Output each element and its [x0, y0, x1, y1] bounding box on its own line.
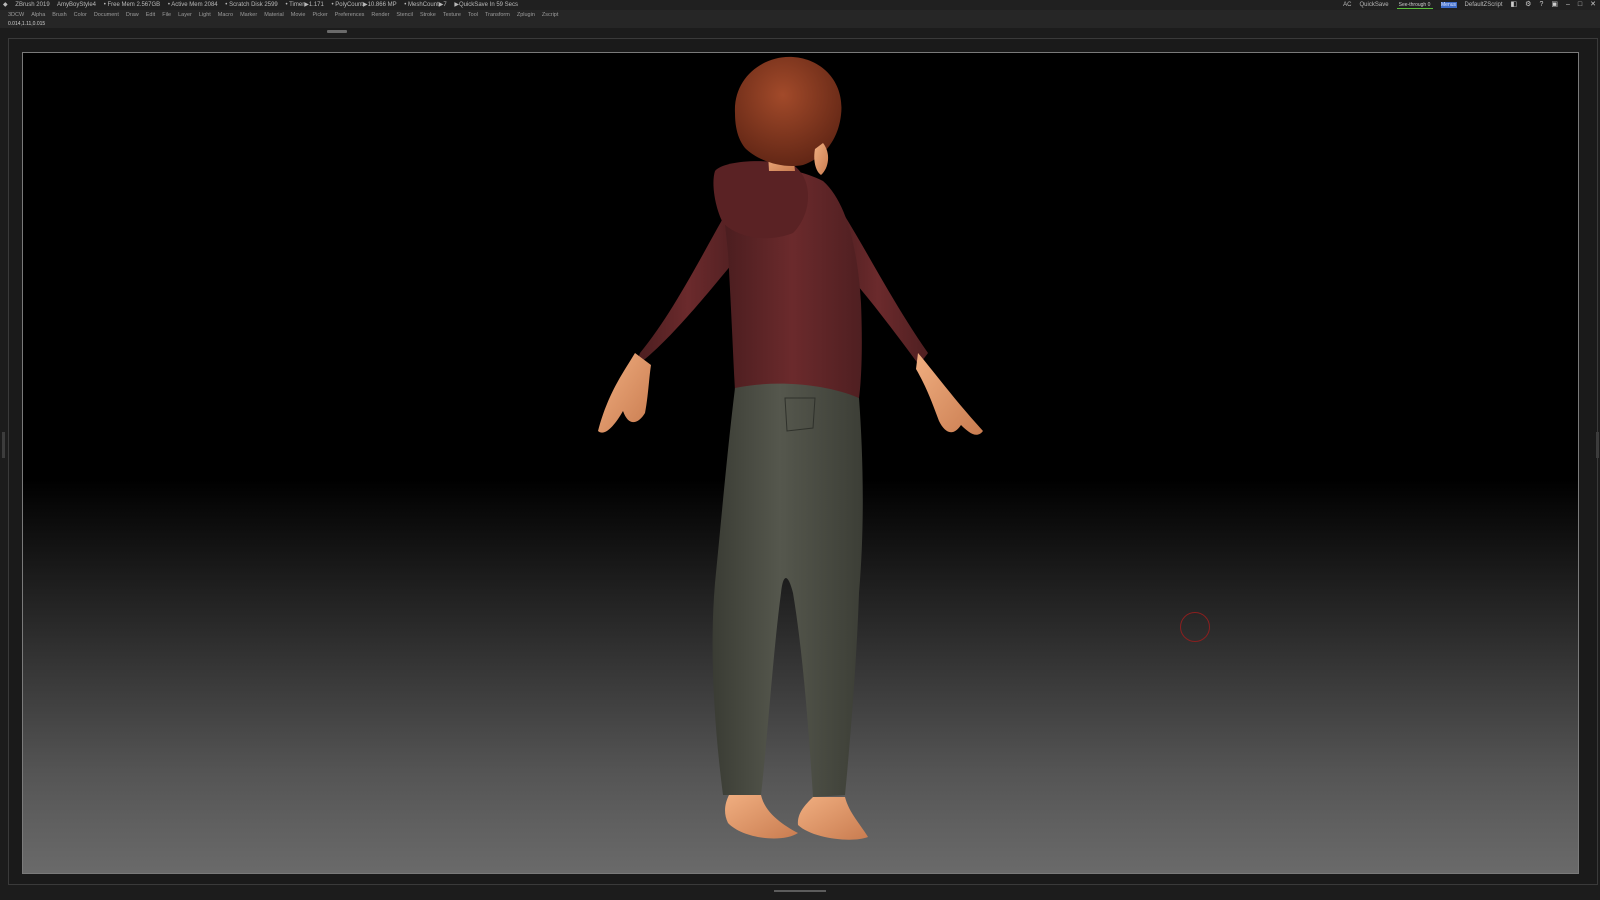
- menu-item-material[interactable]: Material: [264, 12, 284, 18]
- right-tray-handle[interactable]: [1596, 432, 1599, 458]
- quicksave-button[interactable]: QuickSave: [1360, 0, 1389, 10]
- document-canvas[interactable]: [22, 52, 1579, 874]
- menu-bar: 3DCW Alpha Brush Color Document Draw Edit File L…: [0, 10, 1600, 20]
- menu-item-preferences[interactable]: Preferences: [335, 12, 365, 18]
- document-name: AmyBoyStyle4: [57, 2, 97, 8]
- settings-icon[interactable]: ⚙: [1525, 0, 1531, 10]
- menu-item-macro[interactable]: Macro: [218, 12, 233, 18]
- scratch-disk: • Scratch Disk 2599: [225, 2, 278, 8]
- brush-cursor-icon: [1180, 612, 1210, 642]
- menu-item-picker[interactable]: Picker: [312, 12, 327, 18]
- character-model: [598, 56, 983, 840]
- menu-item-render[interactable]: Render: [371, 12, 389, 18]
- menu-item-layer[interactable]: Layer: [178, 12, 192, 18]
- menu-item-zplugin[interactable]: Zplugin: [517, 12, 535, 18]
- bottom-shelf-handle[interactable]: [774, 890, 826, 892]
- menu-item-brush[interactable]: Brush: [52, 12, 66, 18]
- menu-item-marker[interactable]: Marker: [240, 12, 257, 18]
- menu-item-file[interactable]: File: [162, 12, 171, 18]
- left-tray-handle[interactable]: [2, 432, 5, 458]
- help-icon[interactable]: ?: [1539, 0, 1543, 10]
- menu-item-draw[interactable]: Draw: [126, 12, 139, 18]
- pants: [712, 383, 863, 797]
- menu-items: 3DCW Alpha Brush Color Document Draw Edit File L…: [8, 10, 565, 20]
- menu-item-color[interactable]: Color: [74, 12, 87, 18]
- default-zscript-button[interactable]: DefaultZScript: [1465, 0, 1503, 10]
- close-icon[interactable]: ✕: [1590, 0, 1596, 10]
- menu-item-alpha[interactable]: Alpha: [31, 12, 45, 18]
- minimize-icon[interactable]: –: [1566, 0, 1570, 10]
- free-mem: • Free Mem 2.567GB: [103, 2, 161, 8]
- ac-label[interactable]: AC: [1343, 0, 1351, 10]
- hood: [713, 161, 808, 239]
- left-sleeve: [635, 213, 741, 367]
- see-through-slider[interactable]: See-through 0: [1396, 2, 1433, 9]
- quicksave-timer: ▶QuickSave In 59 Secs: [454, 2, 519, 8]
- coordinate-bar: 0.014,1.11,0.015: [0, 20, 1600, 28]
- layout-icon[interactable]: ◧: [1511, 0, 1518, 10]
- menu-item-transform[interactable]: Transform: [485, 12, 510, 18]
- menu-item-light[interactable]: Light: [199, 12, 211, 18]
- menu-item-3dcw[interactable]: 3DCW: [8, 12, 24, 18]
- polycount: • PolyCount▶10.866 MP: [331, 2, 397, 8]
- active-mem: • Active Mem 2084: [167, 2, 218, 8]
- menu-item-zscript[interactable]: Zscript: [542, 12, 559, 18]
- title-bar: ◆ ZBrush 2019 AmyBoyStyle4 • Free Mem 2.…: [0, 0, 1600, 10]
- right-hand: [916, 353, 983, 435]
- meshcount: • MeshCount▶7: [404, 2, 447, 8]
- menu-item-stencil[interactable]: Stencil: [396, 12, 413, 18]
- title-bar-info: ◆ ZBrush 2019 AmyBoyStyle4 • Free Mem 2.…: [3, 0, 524, 10]
- menu-item-movie[interactable]: Movie: [291, 12, 306, 18]
- lock-icon[interactable]: ▣: [1551, 0, 1558, 10]
- left-hand: [598, 353, 651, 433]
- menus-button[interactable]: Menus: [1440, 2, 1457, 8]
- title-bar-controls: AC QuickSave See-through 0 Menus Default…: [1343, 0, 1596, 10]
- menu-item-document[interactable]: Document: [94, 12, 119, 18]
- menu-item-edit[interactable]: Edit: [146, 12, 155, 18]
- timer: • Timer▶1.171: [285, 2, 324, 8]
- left-foot: [725, 795, 798, 839]
- app-name: ZBrush 2019: [15, 2, 50, 8]
- coordinates-readout: 0.014,1.11,0.015: [8, 21, 46, 27]
- menu-item-texture[interactable]: Texture: [443, 12, 461, 18]
- menu-item-tool[interactable]: Tool: [468, 12, 478, 18]
- right-foot: [797, 797, 868, 840]
- menu-item-stroke[interactable]: Stroke: [420, 12, 436, 18]
- maximize-icon[interactable]: □: [1578, 0, 1582, 10]
- zbrush-logo-icon: ◆: [3, 2, 8, 8]
- top-shelf-handle[interactable]: [327, 30, 347, 33]
